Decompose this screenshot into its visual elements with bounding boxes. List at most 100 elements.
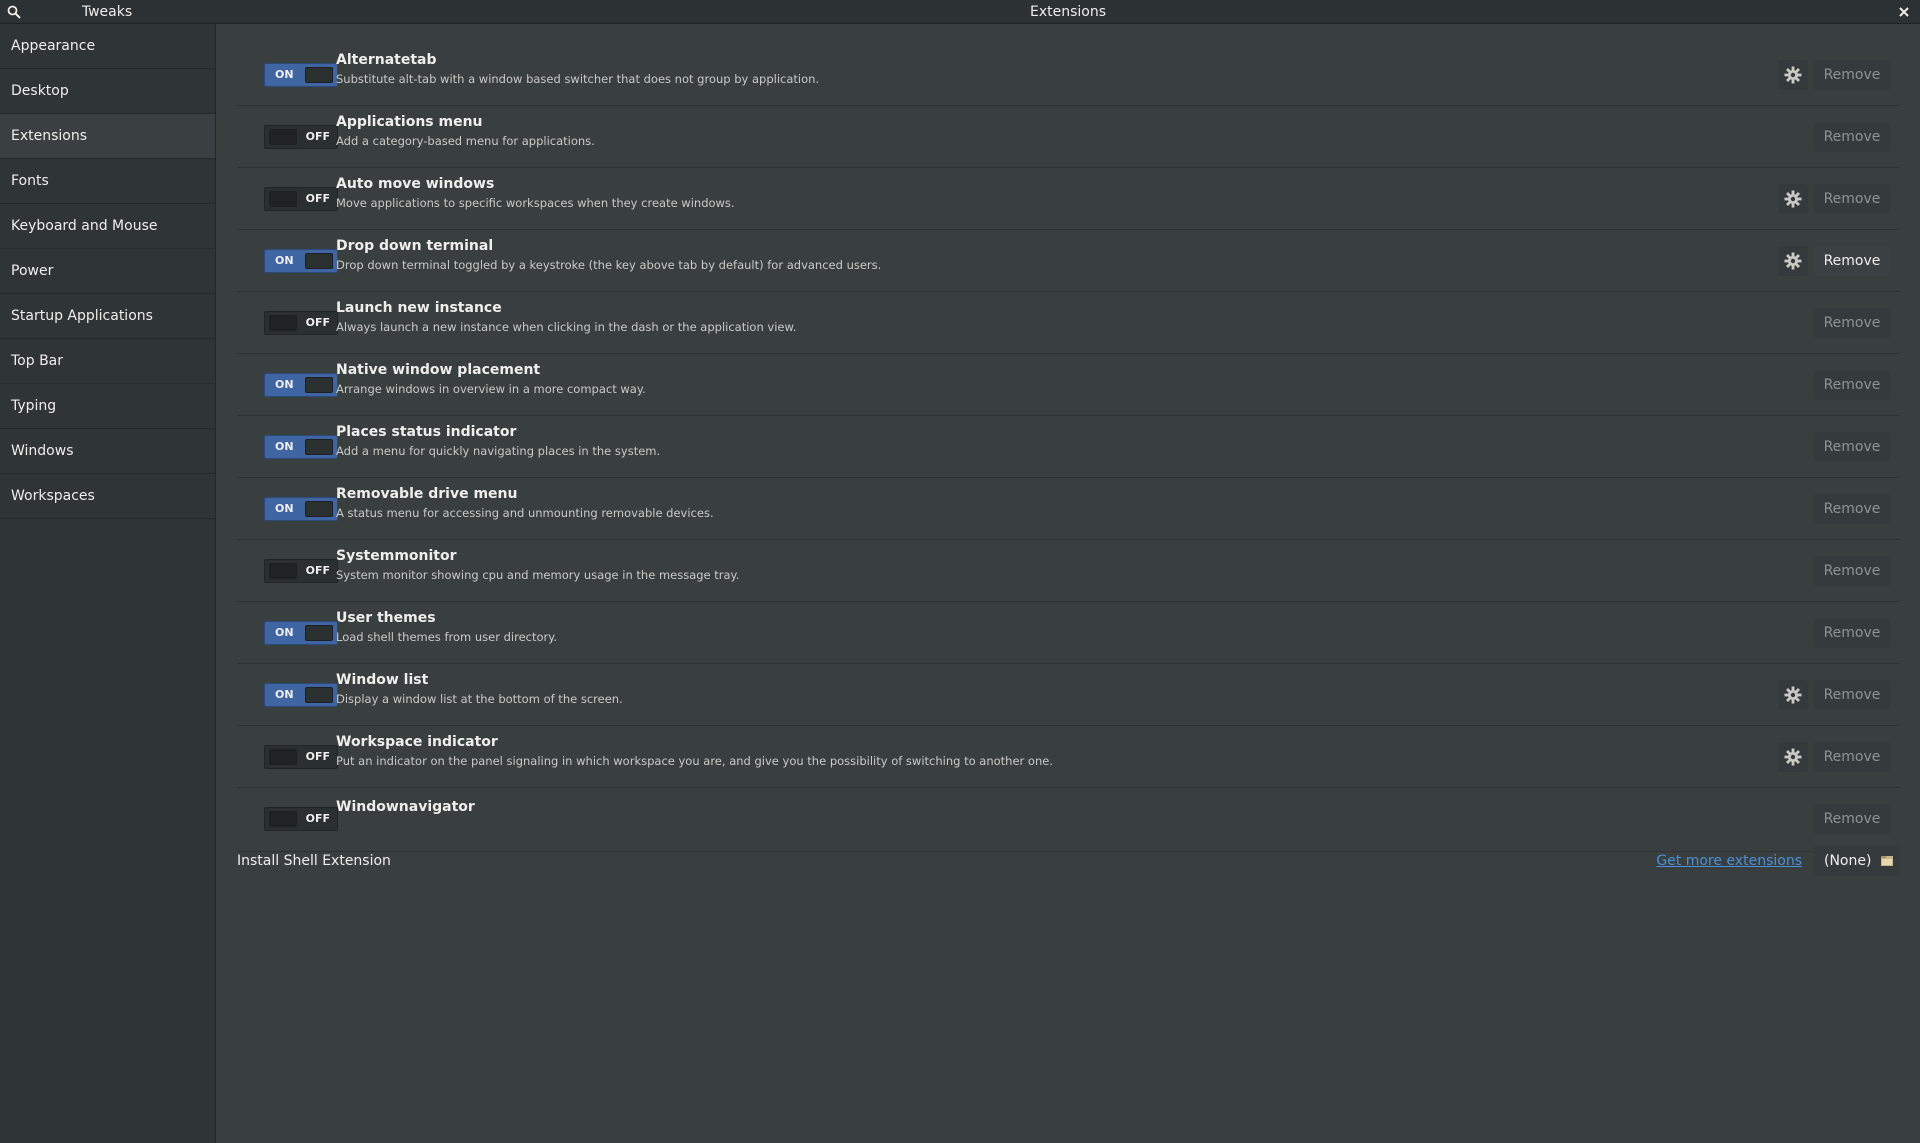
extension-toggle[interactable]: OFF bbox=[264, 745, 338, 769]
remove-button[interactable]: Remove bbox=[1814, 804, 1890, 834]
extension-toggle[interactable]: OFF bbox=[264, 187, 338, 211]
remove-button[interactable]: Remove bbox=[1814, 618, 1890, 648]
gear-icon bbox=[1784, 66, 1802, 84]
toggle-knob bbox=[305, 253, 333, 269]
remove-button[interactable]: Remove bbox=[1814, 742, 1890, 772]
remove-button[interactable]: Remove bbox=[1814, 246, 1890, 276]
extension-toggle[interactable]: ON bbox=[264, 621, 338, 645]
folder-icon bbox=[1881, 856, 1893, 866]
toggle-state-label: ON bbox=[275, 254, 294, 267]
extension-file-chooser[interactable]: (None) bbox=[1814, 846, 1900, 876]
extension-description: Put an indicator on the panel signaling … bbox=[336, 754, 1053, 768]
extension-description: Substitute alt-tab with a window based s… bbox=[336, 72, 820, 86]
toggle-knob bbox=[305, 501, 333, 517]
toggle-state-label: OFF bbox=[305, 130, 330, 143]
extension-name: Removable drive menu bbox=[336, 486, 518, 502]
toggle-state-label: ON bbox=[275, 626, 294, 639]
extension-description: System monitor showing cpu and memory us… bbox=[336, 568, 740, 582]
extension-name: Auto move windows bbox=[336, 176, 495, 192]
extension-row: OFF Workspace indicator Put an indicator o… bbox=[237, 726, 1900, 788]
extension-name: Launch new instance bbox=[336, 300, 502, 316]
extension-description: Add a menu for quickly navigating places… bbox=[336, 444, 661, 458]
extension-row: OFF Applications menu Add a category-based… bbox=[237, 106, 1900, 168]
sidebar-item-appearance[interactable]: Appearance bbox=[0, 24, 215, 69]
extension-row: ON Native window placement Arrange windows… bbox=[237, 354, 1900, 416]
extension-settings-button[interactable] bbox=[1778, 246, 1808, 276]
extension-toggle[interactable]: OFF bbox=[264, 311, 338, 335]
extension-row: OFF Auto move windows Move applications to… bbox=[237, 168, 1900, 230]
sidebar-item-keyboard-and-mouse[interactable]: Keyboard and Mouse bbox=[0, 204, 215, 249]
extensions-panel: ON Alternatetab Substitute alt-tab with a … bbox=[216, 24, 1920, 1143]
extension-settings-button[interactable] bbox=[1778, 680, 1808, 710]
extension-description: Arrange windows in overview in a more co… bbox=[336, 382, 646, 396]
sidebar-item-top-bar[interactable]: Top Bar bbox=[0, 339, 215, 384]
remove-button[interactable]: Remove bbox=[1814, 184, 1890, 214]
sidebar-item-power[interactable]: Power bbox=[0, 249, 215, 294]
remove-button[interactable]: Remove bbox=[1814, 308, 1890, 338]
toggle-knob bbox=[269, 315, 297, 331]
toggle-knob bbox=[269, 749, 297, 765]
file-chooser-value: (None) bbox=[1824, 853, 1872, 869]
extension-toggle[interactable]: ON bbox=[264, 497, 338, 521]
extension-name: Windownavigator bbox=[336, 799, 475, 815]
remove-button[interactable]: Remove bbox=[1814, 432, 1890, 462]
gear-icon bbox=[1784, 252, 1802, 270]
extensions-list: ON Alternatetab Substitute alt-tab with a … bbox=[237, 44, 1900, 852]
toggle-knob bbox=[269, 129, 297, 145]
sidebar-item-typing[interactable]: Typing bbox=[0, 384, 215, 429]
extension-row: ON Drop down terminal Drop down terminal t… bbox=[237, 230, 1900, 292]
extension-settings-button[interactable] bbox=[1778, 742, 1808, 772]
extension-row: ON Window list Display a window list at th… bbox=[237, 664, 1900, 726]
install-shell-extension-label: Install Shell Extension bbox=[237, 853, 391, 869]
remove-button[interactable]: Remove bbox=[1814, 370, 1890, 400]
toggle-state-label: ON bbox=[275, 378, 294, 391]
toggle-knob bbox=[269, 563, 297, 579]
toggle-state-label: OFF bbox=[305, 750, 330, 763]
toggle-state-label: OFF bbox=[305, 812, 330, 825]
extension-row: ON Removable drive menu A status menu for … bbox=[237, 478, 1900, 540]
get-more-extensions-link[interactable]: Get more extensions bbox=[1656, 841, 1802, 881]
extension-name: Places status indicator bbox=[336, 424, 517, 440]
extension-settings-button[interactable] bbox=[1778, 184, 1808, 214]
sidebar-item-startup-applications[interactable]: Startup Applications bbox=[0, 294, 215, 339]
sidebar: Appearance Desktop Extensions Fonts Keyboard… bbox=[0, 24, 216, 1143]
toggle-state-label: ON bbox=[275, 688, 294, 701]
toggle-state-label: ON bbox=[275, 68, 294, 81]
extension-description: A status menu for accessing and unmounti… bbox=[336, 506, 714, 520]
extension-settings-button[interactable] bbox=[1778, 60, 1808, 90]
title-bar: Tweaks Extensions bbox=[0, 0, 1920, 24]
extension-name: Alternatetab bbox=[336, 52, 437, 68]
extension-toggle[interactable]: ON bbox=[264, 435, 338, 459]
extension-row: ON User themes Load shell themes from user… bbox=[237, 602, 1900, 664]
remove-button[interactable]: Remove bbox=[1814, 60, 1890, 90]
toggle-state-label: ON bbox=[275, 502, 294, 515]
extension-toggle[interactable]: OFF bbox=[264, 125, 338, 149]
sidebar-item-fonts[interactable]: Fonts bbox=[0, 159, 215, 204]
extension-name: User themes bbox=[336, 610, 436, 626]
sidebar-item-workspaces[interactable]: Workspaces bbox=[0, 474, 215, 519]
remove-button[interactable]: Remove bbox=[1814, 494, 1890, 524]
extension-toggle[interactable]: OFF bbox=[264, 807, 338, 831]
extension-toggle[interactable]: ON bbox=[264, 373, 338, 397]
sidebar-item-windows[interactable]: Windows bbox=[0, 429, 215, 474]
close-button[interactable] bbox=[1894, 2, 1914, 22]
extension-name: Systemmonitor bbox=[336, 548, 457, 564]
extension-name: Workspace indicator bbox=[336, 734, 498, 750]
sidebar-item-extensions[interactable]: Extensions bbox=[0, 114, 215, 159]
extension-name: Drop down terminal bbox=[336, 238, 494, 254]
remove-button[interactable]: Remove bbox=[1814, 680, 1890, 710]
extension-toggle[interactable]: ON bbox=[264, 683, 338, 707]
toggle-state-label: OFF bbox=[305, 192, 330, 205]
toggle-knob bbox=[269, 811, 297, 827]
extension-name: Window list bbox=[336, 672, 429, 688]
toggle-knob bbox=[305, 377, 333, 393]
sidebar-item-desktop[interactable]: Desktop bbox=[0, 69, 215, 114]
remove-button[interactable]: Remove bbox=[1814, 556, 1890, 586]
extension-toggle[interactable]: ON bbox=[264, 63, 338, 87]
sidebar-title: Tweaks bbox=[81, 4, 133, 20]
extension-toggle[interactable]: OFF bbox=[264, 559, 338, 583]
extension-toggle[interactable]: ON bbox=[264, 249, 338, 273]
remove-button[interactable]: Remove bbox=[1814, 122, 1890, 152]
extension-description: Always launch a new instance when clicki… bbox=[336, 320, 797, 334]
toggle-state-label: ON bbox=[275, 440, 294, 453]
